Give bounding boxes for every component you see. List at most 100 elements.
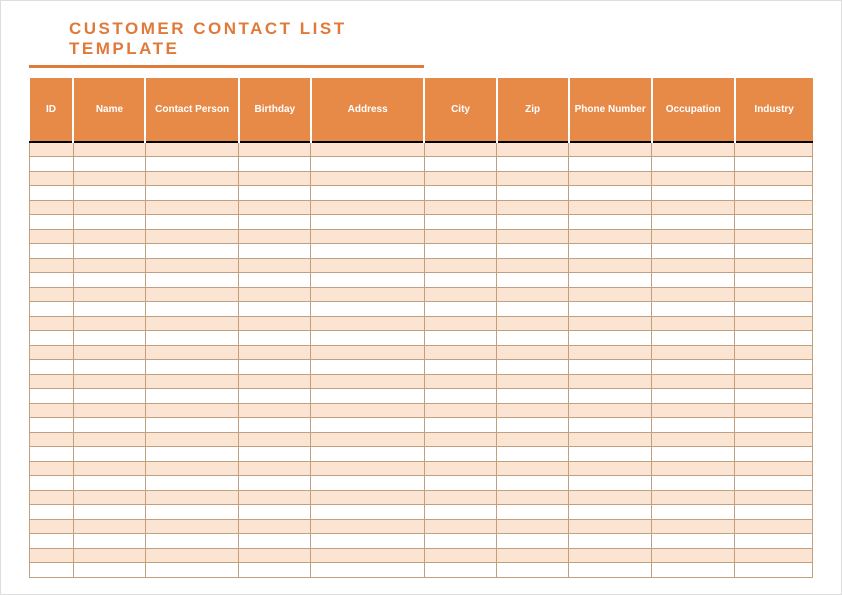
- cell-contact_person[interactable]: [145, 171, 238, 186]
- cell-zip[interactable]: [497, 548, 569, 563]
- cell-contact_person[interactable]: [145, 244, 238, 259]
- cell-industry[interactable]: [735, 142, 813, 157]
- cell-phone_number[interactable]: [569, 548, 652, 563]
- cell-id[interactable]: [30, 360, 74, 375]
- cell-occupation[interactable]: [652, 229, 735, 244]
- cell-id[interactable]: [30, 302, 74, 317]
- cell-address[interactable]: [311, 563, 425, 578]
- cell-occupation[interactable]: [652, 418, 735, 433]
- cell-phone_number[interactable]: [569, 229, 652, 244]
- cell-phone_number[interactable]: [569, 389, 652, 404]
- cell-industry[interactable]: [735, 258, 813, 273]
- cell-name[interactable]: [73, 142, 145, 157]
- cell-industry[interactable]: [735, 244, 813, 259]
- cell-city[interactable]: [424, 157, 496, 172]
- cell-zip[interactable]: [497, 403, 569, 418]
- cell-industry[interactable]: [735, 490, 813, 505]
- cell-address[interactable]: [311, 490, 425, 505]
- cell-address[interactable]: [311, 331, 425, 346]
- cell-occupation[interactable]: [652, 244, 735, 259]
- cell-phone_number[interactable]: [569, 200, 652, 215]
- cell-zip[interactable]: [497, 171, 569, 186]
- cell-name[interactable]: [73, 432, 145, 447]
- cell-city[interactable]: [424, 331, 496, 346]
- cell-occupation[interactable]: [652, 171, 735, 186]
- cell-city[interactable]: [424, 186, 496, 201]
- cell-zip[interactable]: [497, 200, 569, 215]
- cell-contact_person[interactable]: [145, 215, 238, 230]
- cell-phone_number[interactable]: [569, 244, 652, 259]
- cell-contact_person[interactable]: [145, 200, 238, 215]
- cell-birthday[interactable]: [239, 374, 311, 389]
- cell-address[interactable]: [311, 432, 425, 447]
- cell-address[interactable]: [311, 519, 425, 534]
- cell-address[interactable]: [311, 200, 425, 215]
- cell-name[interactable]: [73, 171, 145, 186]
- cell-industry[interactable]: [735, 548, 813, 563]
- cell-occupation[interactable]: [652, 476, 735, 491]
- cell-contact_person[interactable]: [145, 302, 238, 317]
- cell-contact_person[interactable]: [145, 403, 238, 418]
- cell-phone_number[interactable]: [569, 461, 652, 476]
- cell-birthday[interactable]: [239, 258, 311, 273]
- cell-address[interactable]: [311, 273, 425, 288]
- cell-occupation[interactable]: [652, 432, 735, 447]
- cell-id[interactable]: [30, 548, 74, 563]
- cell-occupation[interactable]: [652, 374, 735, 389]
- cell-birthday[interactable]: [239, 490, 311, 505]
- cell-occupation[interactable]: [652, 302, 735, 317]
- cell-zip[interactable]: [497, 244, 569, 259]
- cell-id[interactable]: [30, 432, 74, 447]
- cell-contact_person[interactable]: [145, 258, 238, 273]
- cell-zip[interactable]: [497, 287, 569, 302]
- cell-zip[interactable]: [497, 389, 569, 404]
- cell-industry[interactable]: [735, 316, 813, 331]
- cell-contact_person[interactable]: [145, 186, 238, 201]
- cell-contact_person[interactable]: [145, 157, 238, 172]
- cell-industry[interactable]: [735, 461, 813, 476]
- cell-industry[interactable]: [735, 519, 813, 534]
- cell-industry[interactable]: [735, 418, 813, 433]
- cell-phone_number[interactable]: [569, 302, 652, 317]
- cell-occupation[interactable]: [652, 490, 735, 505]
- cell-phone_number[interactable]: [569, 142, 652, 157]
- cell-zip[interactable]: [497, 229, 569, 244]
- cell-birthday[interactable]: [239, 186, 311, 201]
- cell-birthday[interactable]: [239, 215, 311, 230]
- cell-contact_person[interactable]: [145, 461, 238, 476]
- cell-occupation[interactable]: [652, 200, 735, 215]
- cell-id[interactable]: [30, 389, 74, 404]
- cell-city[interactable]: [424, 447, 496, 462]
- cell-city[interactable]: [424, 534, 496, 549]
- cell-phone_number[interactable]: [569, 519, 652, 534]
- cell-city[interactable]: [424, 287, 496, 302]
- cell-zip[interactable]: [497, 215, 569, 230]
- cell-zip[interactable]: [497, 316, 569, 331]
- cell-phone_number[interactable]: [569, 186, 652, 201]
- cell-phone_number[interactable]: [569, 432, 652, 447]
- cell-id[interactable]: [30, 258, 74, 273]
- cell-id[interactable]: [30, 331, 74, 346]
- cell-industry[interactable]: [735, 287, 813, 302]
- cell-industry[interactable]: [735, 389, 813, 404]
- cell-industry[interactable]: [735, 302, 813, 317]
- cell-birthday[interactable]: [239, 447, 311, 462]
- cell-phone_number[interactable]: [569, 273, 652, 288]
- cell-city[interactable]: [424, 490, 496, 505]
- cell-zip[interactable]: [497, 563, 569, 578]
- cell-birthday[interactable]: [239, 316, 311, 331]
- cell-occupation[interactable]: [652, 287, 735, 302]
- cell-address[interactable]: [311, 302, 425, 317]
- cell-zip[interactable]: [497, 447, 569, 462]
- cell-birthday[interactable]: [239, 229, 311, 244]
- cell-city[interactable]: [424, 563, 496, 578]
- cell-city[interactable]: [424, 273, 496, 288]
- cell-birthday[interactable]: [239, 302, 311, 317]
- cell-name[interactable]: [73, 505, 145, 520]
- cell-contact_person[interactable]: [145, 505, 238, 520]
- cell-industry[interactable]: [735, 215, 813, 230]
- cell-phone_number[interactable]: [569, 287, 652, 302]
- cell-name[interactable]: [73, 229, 145, 244]
- cell-id[interactable]: [30, 505, 74, 520]
- cell-phone_number[interactable]: [569, 447, 652, 462]
